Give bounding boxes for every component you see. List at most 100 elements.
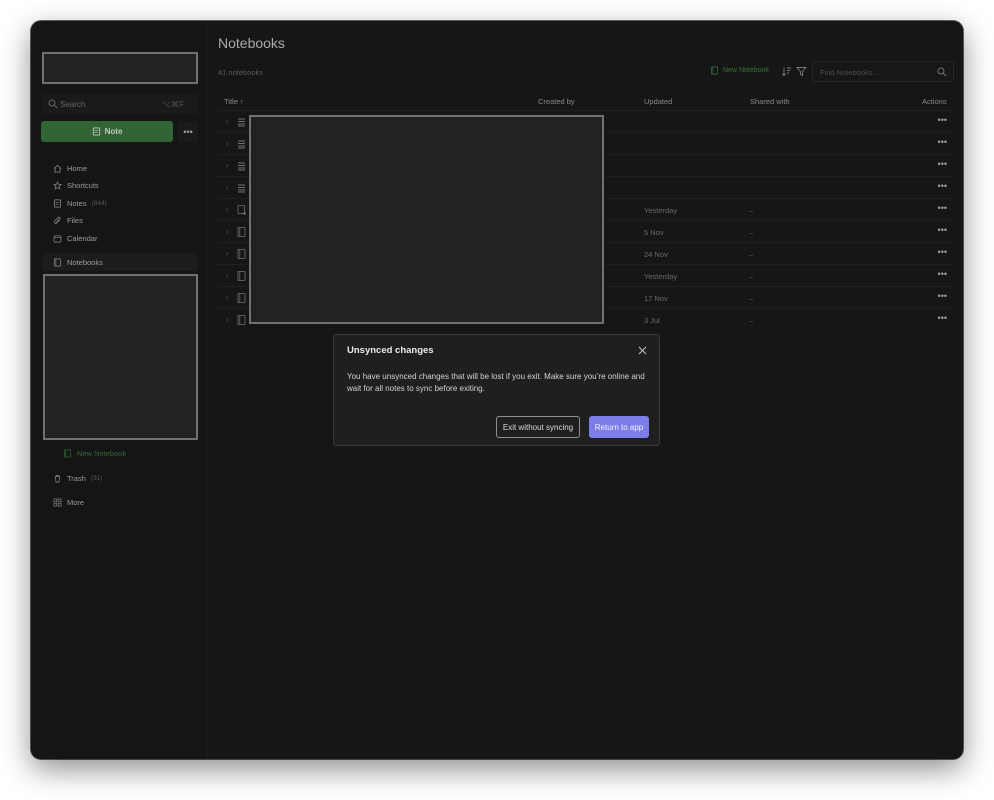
shared-with-cell: – <box>749 316 754 325</box>
row-actions-button[interactable]: ••• <box>938 203 947 213</box>
new-note-label: Note <box>104 127 123 136</box>
row-actions-button[interactable]: ••• <box>938 269 947 279</box>
column-header-shared-with[interactable]: Shared with <box>750 97 790 106</box>
notebook-add-icon <box>63 449 72 458</box>
notebook-icon <box>237 271 246 281</box>
shared-notebook-icon <box>237 205 246 215</box>
calendar-icon <box>53 234 62 242</box>
find-placeholder: Find Notebooks... <box>820 68 879 77</box>
stack-icon <box>238 184 245 193</box>
chevron-right-icon[interactable]: › <box>226 315 229 324</box>
sidebar-item-more[interactable]: More <box>53 495 84 509</box>
row-actions-button[interactable]: ••• <box>938 137 947 147</box>
updated-cell: 17 Nov <box>644 294 668 303</box>
new-notebook-label: New Notebook <box>723 67 769 74</box>
sidebar-item-home[interactable]: Home <box>53 161 87 175</box>
notebook-icon <box>237 293 246 303</box>
row-actions-button[interactable]: ••• <box>938 313 947 323</box>
row-actions-button[interactable]: ••• <box>938 115 947 125</box>
account-redacted-box <box>42 52 198 84</box>
sidebar: Search ⌥⌘F Note ••• Home Shortcuts Notes… <box>31 21 207 759</box>
search-shortcut: ⌥⌘F <box>161 100 184 109</box>
sidebar-new-notebook-button[interactable]: New Notebook <box>63 449 126 458</box>
shared-with-cell: – <box>749 250 754 259</box>
shared-with-cell: – <box>749 294 754 303</box>
sidebar-item-trash[interactable]: Trash (91) <box>53 471 102 485</box>
updated-cell: 3 Jul <box>644 316 660 325</box>
trash-count: (91) <box>90 474 103 482</box>
app-window: Search ⌥⌘F Note ••• Home Shortcuts Notes… <box>31 21 963 759</box>
stack-icon <box>238 140 245 149</box>
new-note-more-button[interactable]: ••• <box>178 121 198 142</box>
sidebar-item-label: Shortcuts <box>67 180 99 190</box>
star-icon <box>53 180 62 190</box>
chevron-right-icon[interactable]: › <box>226 117 229 126</box>
new-notebook-label: New Notebook <box>77 449 127 458</box>
dialog-title: Unsynced changes <box>347 345 434 356</box>
notebook-icon <box>53 258 62 266</box>
search-label: Search <box>60 100 86 109</box>
row-actions-button[interactable]: ••• <box>938 181 947 191</box>
return-to-app-button[interactable]: Return to app <box>589 416 649 438</box>
sidebar-item-notebooks[interactable]: Notebooks <box>53 255 103 269</box>
dialog-message: You have unsynced changes that will be l… <box>347 372 645 393</box>
notebook-add-icon <box>710 66 719 75</box>
exit-without-syncing-button[interactable]: Exit without syncing <box>496 416 580 438</box>
sidebar-item-calendar[interactable]: Calendar <box>53 231 97 245</box>
sidebar-item-label: Trash <box>67 473 86 483</box>
search-icon <box>48 99 58 109</box>
shared-with-cell: – <box>749 272 754 281</box>
row-actions-button[interactable]: ••• <box>938 225 947 235</box>
chevron-right-icon[interactable]: › <box>226 293 229 302</box>
updated-cell: Yesterday <box>644 272 678 281</box>
find-notebooks-input[interactable]: Find Notebooks... <box>812 61 954 82</box>
chevron-right-icon[interactable]: › <box>226 161 229 170</box>
titles-redacted-box <box>249 115 604 324</box>
chevron-right-icon[interactable]: › <box>226 227 229 236</box>
column-header-updated[interactable]: Updated <box>644 97 672 106</box>
close-icon[interactable] <box>637 345 648 356</box>
row-actions-button[interactable]: ••• <box>938 247 947 257</box>
sidebar-item-label: Notes <box>67 198 87 208</box>
shared-with-cell: – <box>749 206 754 215</box>
column-header-title[interactable]: Title ↑ <box>224 97 244 106</box>
sidebar-item-label: Files <box>67 215 83 225</box>
search-icon <box>937 67 947 77</box>
sidebar-item-label: Notebooks <box>67 257 103 267</box>
stack-icon <box>238 162 245 171</box>
shared-with-cell: – <box>749 228 754 237</box>
chevron-right-icon[interactable]: › <box>226 139 229 148</box>
home-icon <box>53 164 62 173</box>
notebook-icon <box>237 249 246 259</box>
chevron-right-icon[interactable]: › <box>226 271 229 280</box>
sidebar-item-label: Home <box>67 163 88 173</box>
trash-icon <box>54 474 61 482</box>
notebook-icon <box>237 227 246 237</box>
note-icon <box>53 198 62 208</box>
sort-icon[interactable] <box>781 66 792 77</box>
notebook-icon <box>237 315 246 325</box>
row-actions-button[interactable]: ••• <box>938 159 947 169</box>
sidebar-item-notes[interactable]: Notes (844) <box>53 196 107 210</box>
notes-count: (844) <box>91 199 107 207</box>
updated-cell: Yesterday <box>644 206 678 215</box>
sidebar-item-label: More <box>67 497 85 507</box>
chevron-right-icon[interactable]: › <box>226 249 229 258</box>
updated-cell: 24 Nov <box>644 250 668 259</box>
new-note-button[interactable]: Note <box>41 121 173 142</box>
column-header-created-by[interactable]: Created by <box>538 97 575 106</box>
updated-cell: 5 Nov <box>644 228 664 237</box>
row-actions-button[interactable]: ••• <box>938 291 947 301</box>
sidebar-search[interactable]: Search ⌥⌘F <box>42 94 198 114</box>
chevron-right-icon[interactable]: › <box>226 183 229 192</box>
filter-icon[interactable] <box>796 66 807 77</box>
sidebar-item-files[interactable]: Files <box>53 213 83 227</box>
notebook-list-redacted-box <box>43 274 198 440</box>
grid-icon <box>53 498 62 506</box>
new-notebook-button[interactable]: New Notebook <box>710 66 769 75</box>
sidebar-item-shortcuts[interactable]: Shortcuts <box>53 178 99 192</box>
note-icon <box>92 127 100 136</box>
page-title: Notebooks <box>218 35 285 51</box>
column-header-actions: Actions <box>922 97 947 106</box>
chevron-right-icon[interactable]: › <box>226 205 229 214</box>
